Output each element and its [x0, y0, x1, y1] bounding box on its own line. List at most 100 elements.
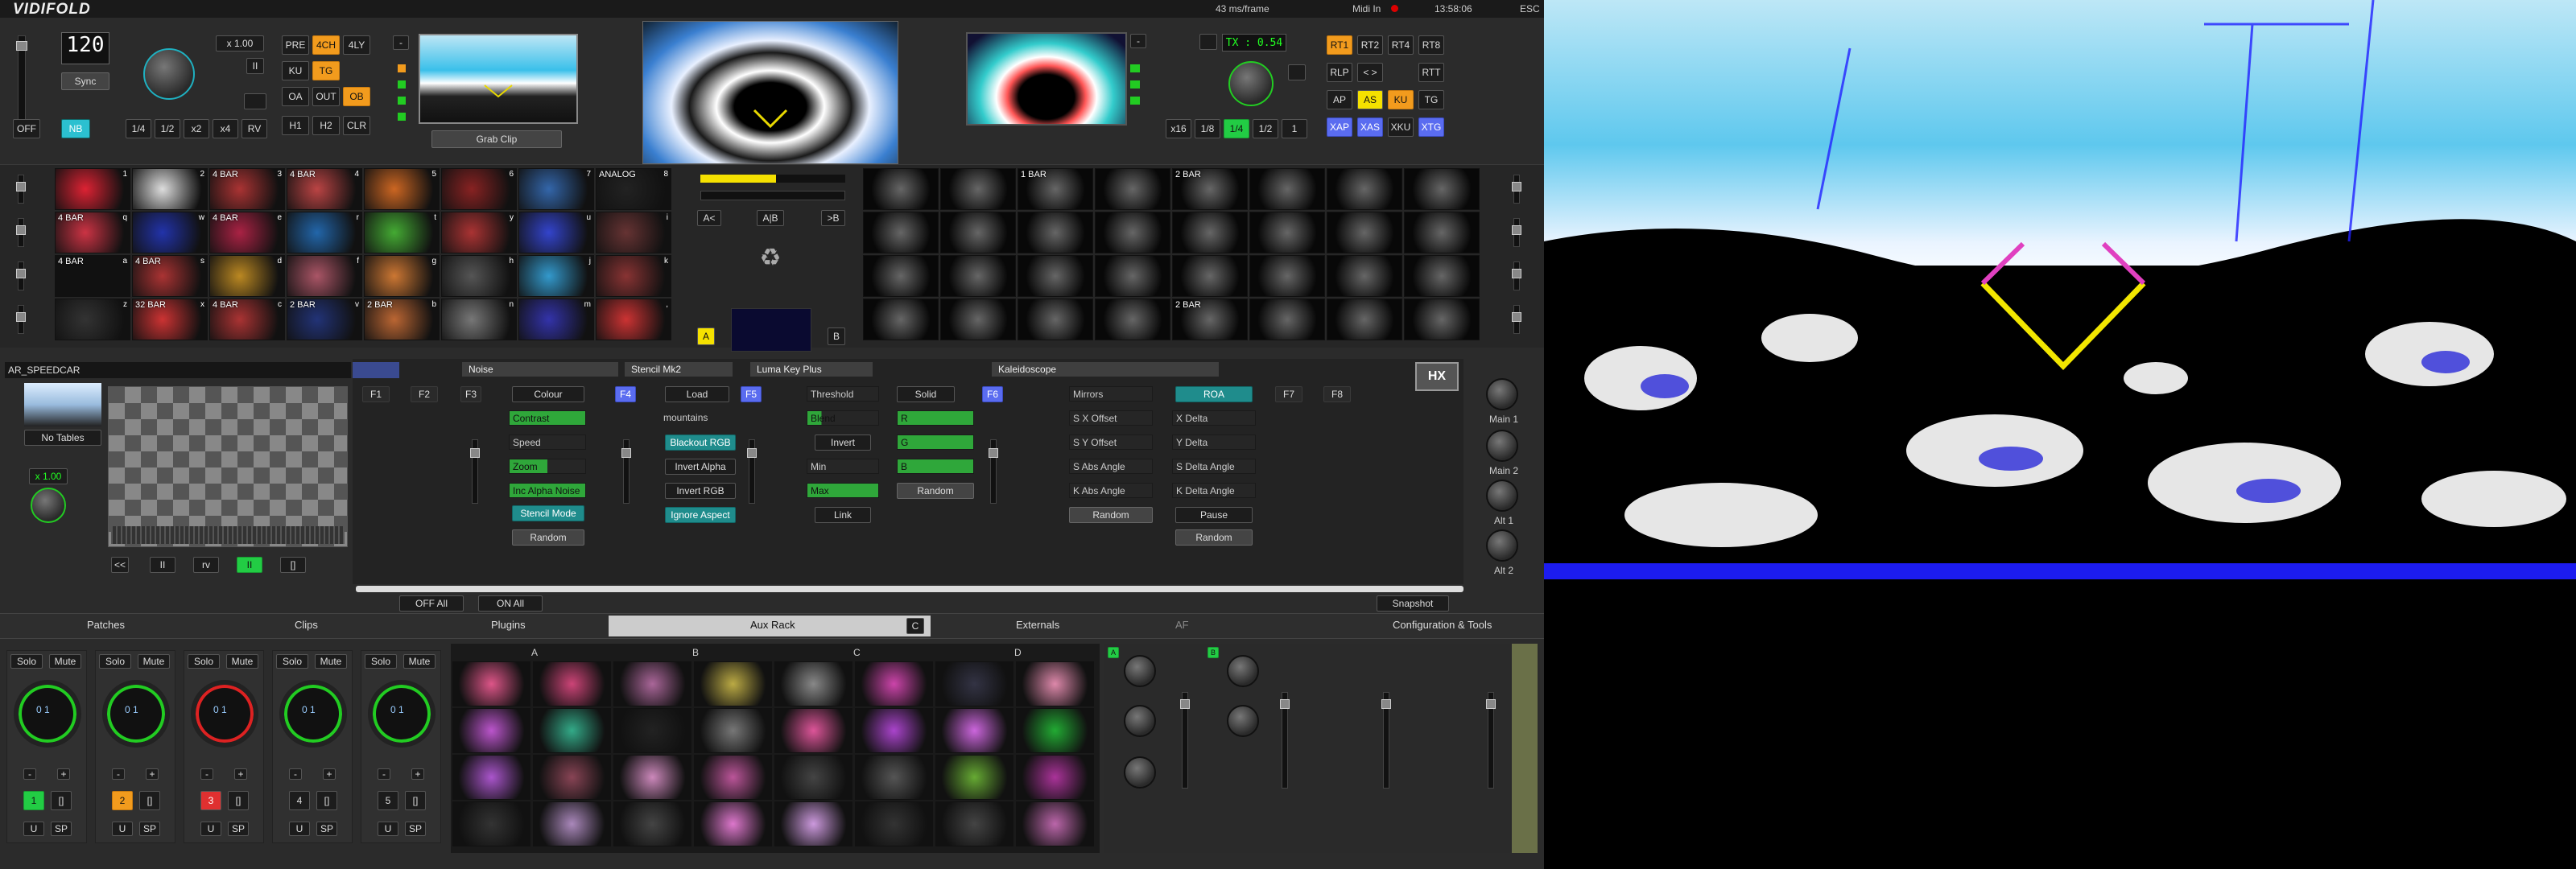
luma-fx-header[interactable]: Luma Key Plus [750, 362, 873, 377]
noise-mix-fader[interactable] [470, 439, 480, 504]
kaleido-mix-fader[interactable] [989, 439, 998, 504]
solo-button[interactable]: Solo [10, 654, 43, 669]
h-reduce-knob[interactable] [1227, 655, 1259, 687]
rate-knob[interactable] [143, 48, 195, 100]
clip-slot-a[interactable]: 1 [55, 168, 130, 210]
clip-slot-a[interactable]: 4 BAR s [132, 255, 208, 297]
clip-slot-a[interactable]: ANALOG 8 [596, 168, 671, 210]
bank-a-select[interactable]: A [697, 327, 715, 345]
out-div-quarter[interactable]: 1/4 [1224, 119, 1249, 138]
preview-mode-button[interactable]: - [393, 35, 409, 50]
layer-rate-display[interactable]: x 1.00 [29, 468, 68, 484]
tg-button[interactable]: TG [312, 61, 340, 80]
inc-alpha-noise-param[interactable]: Inc Alpha Noise [509, 483, 586, 498]
off-button[interactable]: OFF [13, 119, 40, 138]
clip-slot-b[interactable] [1404, 168, 1480, 210]
clip-slot-b[interactable] [863, 299, 939, 340]
crossfade-center-button[interactable]: A|B [757, 210, 784, 226]
f8-button[interactable]: F8 [1323, 386, 1351, 402]
u-button[interactable]: U [378, 822, 398, 836]
clip-slot-b[interactable] [1404, 255, 1480, 297]
clip-slot-b[interactable]: 2 BAR [1172, 299, 1248, 340]
overload-knob[interactable] [1124, 756, 1156, 789]
panel-c-fader[interactable] [1381, 692, 1391, 789]
tab-plugins[interactable]: Plugins [491, 619, 526, 631]
channel-select-button[interactable]: 5 [378, 791, 398, 810]
tab-aux-rack[interactable]: Aux Rack [750, 619, 795, 631]
rlp-button[interactable]: RLP [1327, 63, 1352, 82]
clip-slot-a[interactable]: t [364, 212, 440, 253]
out-div-x16[interactable]: x16 [1166, 119, 1191, 138]
mute-button[interactable]: Mute [49, 654, 81, 669]
xap-button[interactable]: XAP [1327, 117, 1352, 137]
f4-button[interactable]: F4 [615, 386, 636, 402]
stage-monitor[interactable] [966, 32, 1127, 126]
out-button[interactable]: OUT [312, 87, 340, 106]
bank-b-fader-4[interactable] [1512, 305, 1521, 334]
aux-clip-slot[interactable] [694, 755, 772, 800]
out-div-one[interactable]: 1 [1282, 119, 1307, 138]
clip-slot-a[interactable]: 4 BAR c [209, 299, 285, 340]
on-all-button[interactable]: ON All [478, 595, 543, 612]
tx-pause-button[interactable] [1288, 64, 1306, 80]
luma-mix-fader[interactable] [747, 439, 757, 504]
mirrors-param[interactable]: Mirrors [1069, 386, 1153, 402]
u-button[interactable]: U [112, 822, 133, 836]
f5-button[interactable]: F5 [741, 386, 762, 402]
clip-slot-a[interactable]: f [287, 255, 362, 297]
aux-clip-slot[interactable] [855, 801, 933, 846]
out-div-eighth[interactable]: 1/8 [1195, 119, 1220, 138]
channel-stop-button[interactable]: [] [139, 791, 160, 810]
aux-clip-slot[interactable] [613, 755, 691, 800]
tab-af[interactable]: AF [1175, 619, 1189, 631]
clip-slot-a[interactable]: 32 BAR x [132, 299, 208, 340]
aux-clip-slot[interactable] [935, 801, 1013, 846]
clip-slot-a[interactable]: 4 BAR q [55, 212, 130, 253]
clip-slot-b[interactable] [940, 212, 1016, 253]
aux-clip-slot[interactable] [855, 708, 933, 753]
channel-plus-button[interactable]: + [146, 768, 159, 780]
clip-slot-a[interactable]: j [518, 255, 594, 297]
channel-minus-button[interactable]: - [289, 768, 302, 780]
b-strength-knob[interactable] [1227, 705, 1259, 737]
u-button[interactable]: U [289, 822, 310, 836]
clip-slot-b[interactable] [1327, 212, 1402, 253]
channel-plus-button[interactable]: + [323, 768, 336, 780]
aux-clip-slot[interactable] [533, 755, 611, 800]
div-x4[interactable]: x4 [213, 119, 238, 138]
h2-button[interactable]: H2 [312, 116, 340, 135]
panel-a-fader[interactable] [1180, 692, 1190, 789]
pause-kaleido-button[interactable]: Pause [1175, 507, 1253, 523]
invert-rgb-button[interactable]: Invert RGB [665, 483, 736, 499]
max-param[interactable]: Max [807, 483, 879, 498]
nb-button[interactable]: NB [61, 119, 90, 138]
clip-slot-b[interactable] [1018, 212, 1093, 253]
clip-slot-a[interactable]: 2 BAR v [287, 299, 362, 340]
clip-slot-b[interactable] [1404, 212, 1480, 253]
clip-slot-a[interactable]: g [364, 255, 440, 297]
layer-fader-2[interactable] [16, 218, 26, 247]
rtt-button[interactable]: RTT [1418, 63, 1444, 82]
aux-clip-slot[interactable] [452, 708, 530, 753]
aux-clip-slot[interactable] [533, 708, 611, 753]
stencil-fx-header[interactable]: Stencil Mk2 [625, 362, 733, 377]
channel-minus-button[interactable]: - [200, 768, 213, 780]
sync-button[interactable]: Sync [61, 72, 109, 90]
kaleido-random-button[interactable]: Random [1069, 507, 1153, 523]
play-layer-button[interactable]: II [237, 557, 262, 573]
alt-2-knob[interactable] [1486, 529, 1518, 562]
aux-clip-slot[interactable] [1016, 661, 1094, 706]
oa-button[interactable]: OA [282, 87, 309, 106]
u-button[interactable]: U [200, 822, 221, 836]
crossfader[interactable] [700, 191, 845, 200]
r-param[interactable]: R [897, 410, 974, 426]
aux-clip-slot[interactable] [694, 801, 772, 846]
layer-name[interactable]: AR_SPEEDCAR [5, 362, 351, 378]
channel-plus-button[interactable]: + [57, 768, 70, 780]
aux-clip-slot[interactable] [935, 708, 1013, 753]
rate-display[interactable]: x 1.00 [216, 35, 264, 51]
esc-button[interactable]: ESC [1520, 3, 1540, 14]
s-delta-angle-param[interactable]: S Delta Angle [1172, 459, 1256, 474]
clip-slot-b[interactable] [940, 299, 1016, 340]
solo-button[interactable]: Solo [188, 654, 220, 669]
